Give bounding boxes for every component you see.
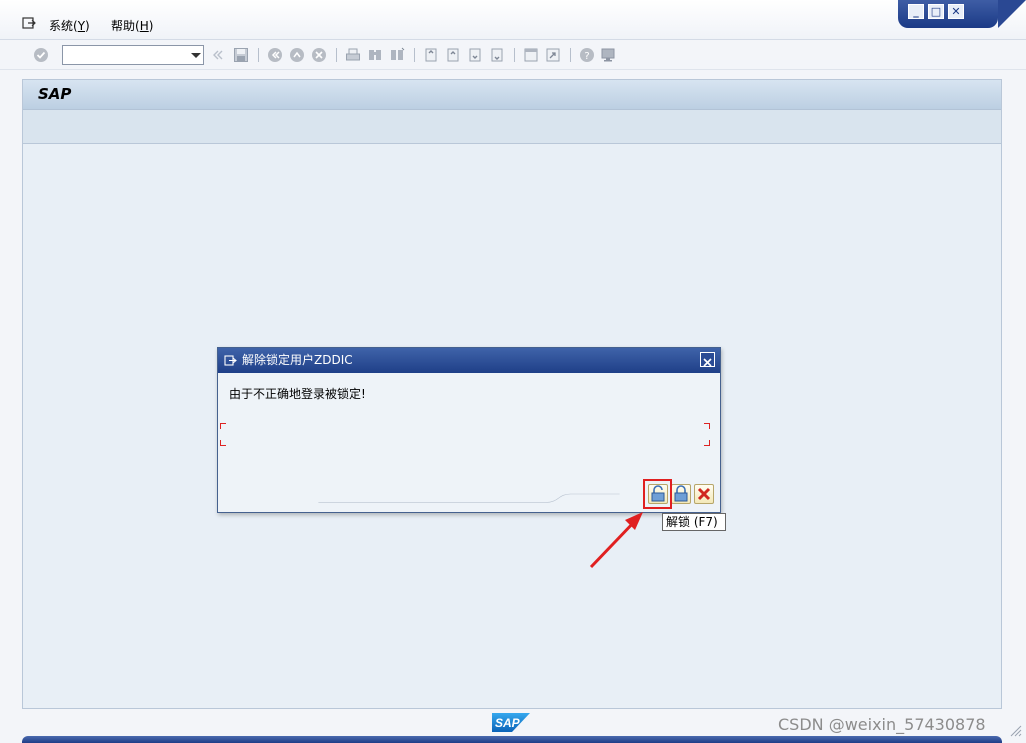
sap-logo: SAP bbox=[492, 713, 530, 732]
sap-logo-text: SAP bbox=[495, 716, 521, 730]
status-bar bbox=[22, 736, 1002, 743]
red-arrow-icon bbox=[589, 512, 643, 569]
watermark-text: CSDN @weixin_57430878 bbox=[778, 715, 986, 734]
resize-grip-icon[interactable] bbox=[1008, 723, 1022, 737]
